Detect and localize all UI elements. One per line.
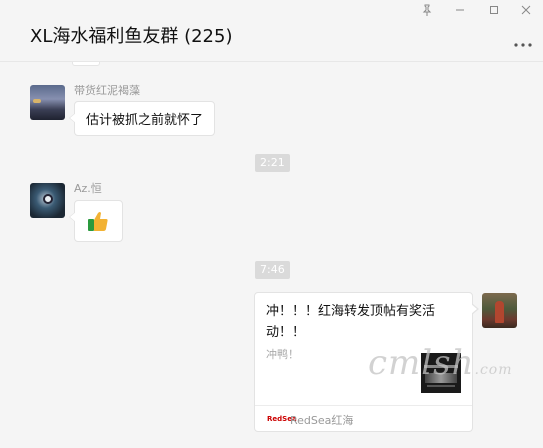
previous-message-bubble	[72, 62, 100, 66]
link-card-title: 冲！！！红海转发顶帖有奖活动！！	[266, 304, 436, 340]
chat-header: XL海水福利鱼友群 (225)	[0, 0, 543, 62]
chat-title: XL海水福利鱼友群 (225)	[30, 26, 233, 47]
thumbs-up-icon	[88, 212, 108, 231]
avatar[interactable]	[30, 85, 65, 120]
message-bubble[interactable]: 估计被抓之前就怀了	[68, 101, 216, 136]
avatar[interactable]	[30, 183, 65, 218]
sender-name: 带货红泥褐藻	[74, 84, 140, 97]
maximize-icon[interactable]	[486, 4, 502, 20]
more-icon[interactable]	[513, 32, 533, 53]
link-card-description: 冲鸭！	[266, 348, 299, 361]
emoji-bubble[interactable]	[69, 200, 123, 242]
timestamp: 7:46	[255, 261, 290, 279]
pin-icon[interactable]	[419, 4, 435, 20]
message-list[interactable]: 带货红泥褐藻 估计被抓之前就怀了 2:21 Az.恒 7:46 冲！！！红海转发…	[0, 62, 543, 448]
sender-name: Az.恒	[74, 182, 102, 195]
divider	[255, 405, 472, 406]
timestamp: 2:21	[255, 154, 290, 172]
minimize-icon[interactable]	[452, 4, 468, 20]
close-icon[interactable]	[518, 4, 534, 20]
link-card-source: RedSea红海	[290, 414, 354, 427]
watermark: cmlsh.com	[368, 343, 513, 383]
avatar[interactable]	[482, 293, 517, 328]
